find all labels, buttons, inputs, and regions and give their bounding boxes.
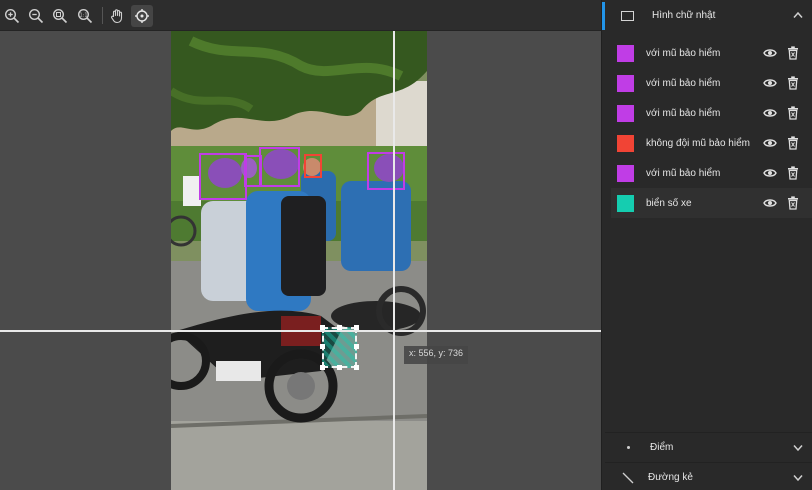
resize-handle[interactable] <box>320 365 325 370</box>
color-swatch <box>617 164 634 182</box>
cursor-coordinates: x: 556, y: 736 <box>404 346 469 364</box>
color-swatch <box>617 104 634 122</box>
bbox-with-helmet-4[interactable] <box>367 152 405 190</box>
resize-handle[interactable] <box>320 344 325 349</box>
list-item-selected[interactable]: biển số xe <box>611 188 812 218</box>
trash-icon[interactable] <box>787 76 799 90</box>
section-title: Hình chữ nhật <box>652 10 716 21</box>
list-item[interactable]: không đội mũ bảo hiểm <box>611 128 812 158</box>
toolbar: 1:1 <box>0 0 601 31</box>
line-icon <box>622 472 634 483</box>
rectangle-section-header[interactable]: Hình chữ nhật <box>605 0 812 31</box>
crosshair-icon[interactable] <box>131 5 153 27</box>
section-label: Điểm <box>650 442 674 453</box>
color-swatch <box>617 194 634 212</box>
bbox-license-plate[interactable] <box>320 325 359 370</box>
color-swatch <box>617 134 634 152</box>
resize-handle[interactable] <box>354 365 359 370</box>
zoom-in-icon[interactable] <box>1 5 23 27</box>
zoom-actual-icon[interactable]: 1:1 <box>74 5 96 27</box>
eye-icon[interactable] <box>763 77 777 89</box>
chevron-up-icon[interactable] <box>793 11 803 19</box>
eye-icon[interactable] <box>763 197 777 209</box>
point-section-header[interactable]: Điểm <box>605 432 812 462</box>
annotation-list: với mũ bảo hiểm với mũ bảo hiểm với mũ b… <box>611 38 812 218</box>
point-icon <box>627 446 630 449</box>
zoom-fit-icon[interactable] <box>49 5 71 27</box>
pan-hand-icon[interactable] <box>106 5 128 27</box>
rectangle-icon <box>621 10 634 21</box>
eye-icon[interactable] <box>763 167 777 179</box>
line-section-header[interactable]: Đường kẻ <box>605 462 812 490</box>
list-item[interactable]: với mũ bảo hiểm <box>611 68 812 98</box>
trash-icon[interactable] <box>787 106 799 120</box>
annotation-canvas[interactable]: x: 556, y: 736 <box>0 31 601 490</box>
color-swatch <box>617 44 634 62</box>
zoom-out-icon[interactable] <box>25 5 47 27</box>
crosshair-vertical-line <box>393 31 395 490</box>
list-item[interactable]: với mũ bảo hiểm <box>611 98 812 128</box>
color-swatch <box>617 74 634 92</box>
trash-icon[interactable] <box>787 196 799 210</box>
section-label: Đường kẻ <box>648 472 693 483</box>
bbox-with-helmet-3[interactable] <box>244 155 262 187</box>
bbox-with-helmet-1[interactable] <box>199 153 247 200</box>
crosshair-horizontal-line <box>0 330 601 332</box>
trash-icon[interactable] <box>787 166 799 180</box>
chevron-down-icon[interactable] <box>793 474 803 482</box>
list-item[interactable]: với mũ bảo hiểm <box>611 38 812 68</box>
svg-text:1:1: 1:1 <box>79 12 87 18</box>
resize-handle[interactable] <box>337 365 342 370</box>
chevron-down-icon[interactable] <box>793 444 803 452</box>
bbox-no-helmet[interactable] <box>304 154 322 178</box>
bbox-with-helmet-2[interactable] <box>259 147 300 187</box>
toolbar-separator <box>102 7 103 24</box>
list-item[interactable]: với mũ bảo hiểm <box>611 158 812 188</box>
trash-icon[interactable] <box>787 136 799 150</box>
eye-icon[interactable] <box>763 47 777 59</box>
resize-handle[interactable] <box>354 344 359 349</box>
eye-icon[interactable] <box>763 107 777 119</box>
street-photo <box>171 31 427 490</box>
annotation-panel: Hình chữ nhật với mũ bảo hiểm với mũ bảo… <box>601 0 812 490</box>
trash-icon[interactable] <box>787 46 799 60</box>
eye-icon[interactable] <box>763 137 777 149</box>
